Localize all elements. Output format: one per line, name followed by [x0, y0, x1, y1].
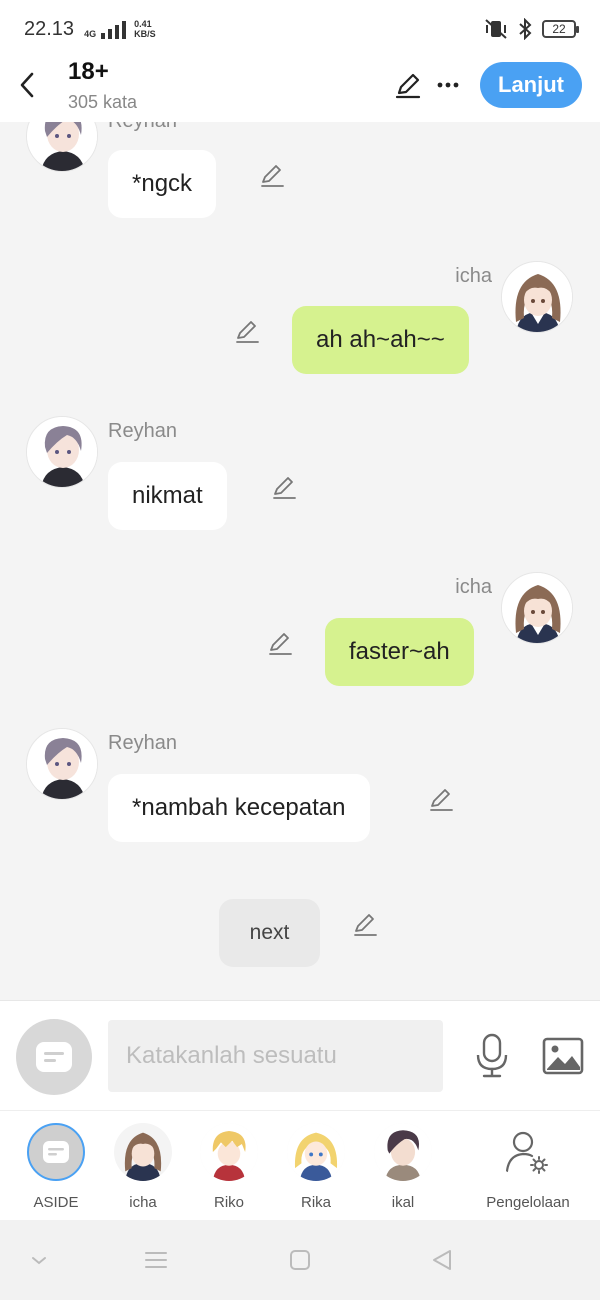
user-settings-icon — [505, 1131, 548, 1174]
edit-message-icon[interactable] — [270, 474, 298, 502]
character-icha[interactable]: icha — [103, 1123, 183, 1211]
reyhan-avatar[interactable] — [26, 728, 98, 800]
sender-name: Reyhan — [108, 732, 177, 754]
reyhan-avatar-icon — [27, 122, 97, 171]
aside-chat-icon — [36, 1042, 72, 1072]
character-label: icha — [129, 1194, 157, 1211]
icha-avatar-icon — [502, 573, 572, 643]
edit-message-icon[interactable] — [351, 911, 379, 939]
ikal-avatar-icon — [374, 1123, 432, 1181]
word-count: 305 kata — [68, 92, 138, 112]
network-speed: 0.41 KB/S — [134, 19, 156, 39]
image-icon — [542, 1037, 584, 1075]
icha-avatar[interactable] — [501, 261, 573, 333]
chat-header: 18+ 305 kata Lanjut — [0, 58, 600, 122]
aside-toggle-button[interactable] — [16, 1019, 92, 1095]
back-triangle-icon[interactable] — [428, 1246, 456, 1274]
system-navigation-bar — [0, 1220, 600, 1300]
sender-name: Reyhan — [108, 420, 177, 442]
character-rika[interactable]: Rika — [276, 1123, 356, 1211]
sender-name: icha — [455, 576, 492, 598]
message-input-bar — [0, 1000, 600, 1110]
more-dots-icon — [437, 82, 459, 88]
edit-title-button[interactable] — [388, 63, 428, 107]
character-label: ikal — [391, 1194, 415, 1211]
character-selector: ASIDE icha Riko Rika ikal Pengelolaan — [0, 1110, 600, 1220]
edit-message-icon[interactable] — [258, 162, 286, 190]
message-input[interactable] — [108, 1020, 443, 1092]
speed-unit: KB/S — [134, 29, 156, 39]
icha-avatar-icon — [502, 262, 572, 332]
character-label: Pengelolaan — [486, 1194, 570, 1211]
image-upload-button[interactable] — [542, 1037, 584, 1075]
rika-avatar — [287, 1123, 345, 1181]
message-bubble[interactable]: ah ah~ah~~ — [292, 306, 469, 374]
status-bar: 22.13 4G 0.41 KB/S 22 — [0, 0, 600, 58]
aside-chat-icon — [43, 1141, 69, 1163]
riko-avatar-icon — [200, 1123, 258, 1181]
microphone-icon — [476, 1033, 508, 1078]
reyhan-avatar-icon — [27, 417, 97, 487]
edit-message-icon[interactable] — [233, 318, 261, 346]
character-label: ASIDE — [33, 1194, 79, 1211]
signal-icon: 4G — [84, 19, 127, 39]
speed-value: 0.41 — [134, 19, 152, 29]
continue-button[interactable]: Lanjut — [480, 62, 582, 108]
reyhan-avatar[interactable] — [26, 122, 98, 172]
chevron-down-icon[interactable] — [25, 1246, 53, 1274]
riko-avatar — [200, 1123, 258, 1181]
voice-input-button[interactable] — [472, 1033, 512, 1079]
aside-avatar — [27, 1123, 85, 1181]
character-aside[interactable]: ASIDE — [16, 1123, 96, 1211]
message-bubble[interactable]: faster~ah — [325, 618, 474, 686]
manage-characters-button[interactable]: Pengelolaan — [478, 1123, 578, 1211]
story-title: 18+ — [68, 58, 109, 85]
menu-icon[interactable] — [142, 1246, 170, 1274]
message-bubble[interactable]: *ngck — [108, 150, 217, 218]
character-label: Riko — [213, 1194, 244, 1211]
pencil-icon — [395, 73, 421, 99]
chat-area[interactable]: Reyhan *ngck icha — [0, 122, 600, 1000]
reyhan-avatar[interactable] — [26, 416, 98, 488]
title-block: 18+ 305 kata — [68, 58, 137, 113]
edit-message-icon[interactable] — [427, 786, 455, 814]
reyhan-avatar-icon — [27, 729, 97, 799]
battery-level: 22 — [552, 22, 566, 36]
icha-avatar[interactable] — [501, 572, 573, 644]
character-riko[interactable]: Riko — [189, 1123, 269, 1211]
home-icon[interactable] — [286, 1246, 314, 1274]
vibrate-mute-icon — [485, 19, 507, 39]
network-type: 4G — [84, 29, 97, 39]
manage-icon-wrap — [499, 1123, 557, 1181]
back-button[interactable] — [0, 60, 54, 110]
sender-name: Reyhan — [108, 122, 177, 133]
character-ikal[interactable]: ikal — [363, 1123, 443, 1211]
bluetooth-icon — [519, 18, 532, 40]
ikal-avatar — [374, 1123, 432, 1181]
icha-avatar-icon — [114, 1123, 172, 1181]
next-narration-bubble[interactable]: next — [219, 899, 320, 967]
battery-icon: 22 — [542, 20, 579, 38]
sender-name: icha — [455, 265, 492, 287]
edit-message-icon[interactable] — [266, 630, 294, 658]
back-arrow-icon — [20, 72, 34, 98]
character-label: Rika — [300, 1194, 331, 1211]
message-bubble[interactable]: *nambah kecepatan — [108, 774, 370, 842]
icha-avatar — [114, 1123, 172, 1181]
status-time: 22.13 — [24, 17, 75, 40]
rika-avatar-icon — [287, 1123, 345, 1181]
more-options-button[interactable] — [428, 63, 468, 107]
message-bubble[interactable]: nikmat — [108, 462, 227, 530]
